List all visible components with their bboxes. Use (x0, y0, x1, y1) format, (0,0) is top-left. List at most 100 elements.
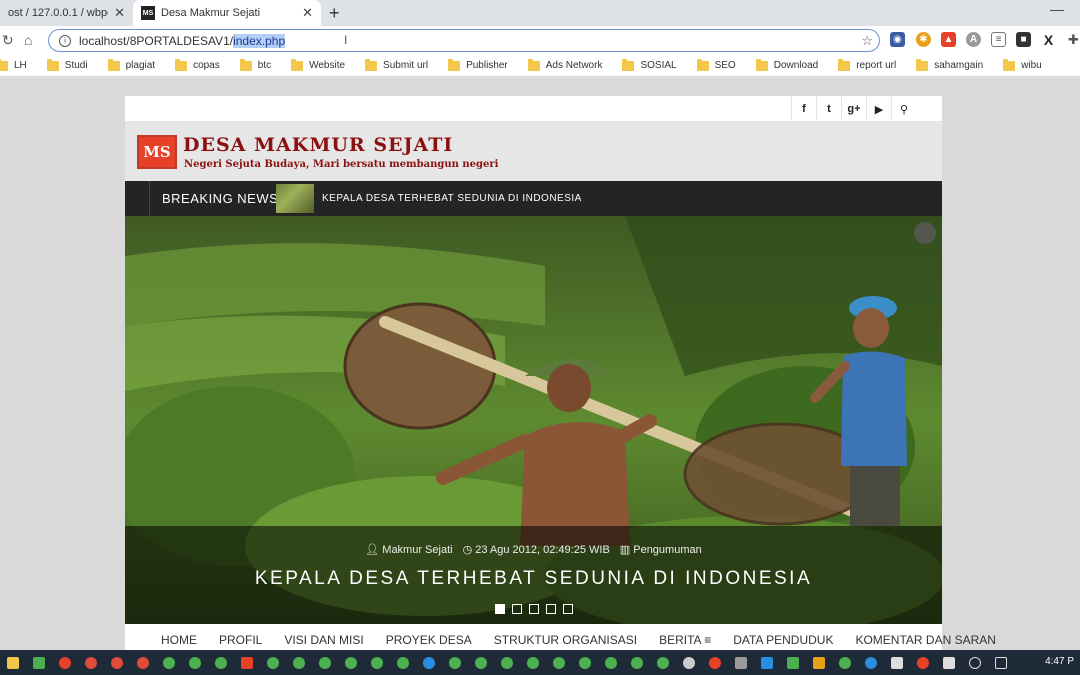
chrome-icon[interactable] (293, 656, 305, 669)
slide-dot-4[interactable] (545, 604, 556, 614)
chrome-icon[interactable] (501, 656, 513, 669)
chrome-icon[interactable] (345, 656, 357, 669)
info-icon[interactable]: i (59, 34, 71, 47)
slider-control-button[interactable] (914, 222, 936, 244)
extension-lock-icon[interactable]: ▲ (941, 32, 956, 47)
slide-category[interactable]: Pengumuman (633, 544, 702, 556)
headline-slider[interactable]: 👤︎ Makmur Sejati ◷ 23 Agu 2012, 02:49:25… (125, 216, 942, 624)
bookmark-folder[interactable]: SOSIAL (622, 58, 677, 71)
search-icon[interactable]: ⚲ (891, 96, 916, 122)
tray-icon[interactable] (813, 656, 825, 669)
slide-dot-1[interactable] (494, 604, 505, 614)
chrome-icon[interactable] (215, 656, 227, 669)
chrome-icon[interactable] (657, 656, 669, 669)
nav-proyek-desa[interactable]: PROYEK DESA (386, 633, 472, 647)
bookmark-folder[interactable]: Submit url (365, 58, 428, 71)
edge-icon[interactable] (423, 656, 435, 669)
bookmark-folder[interactable]: Download (755, 58, 818, 71)
site-title[interactable]: DESA MAKMUR SEJATI (183, 134, 453, 156)
site-logo[interactable]: MS (137, 135, 177, 169)
bookmark-folder[interactable]: plagiat (107, 58, 155, 71)
chrome-icon[interactable] (267, 656, 279, 669)
chrome-icon[interactable] (189, 656, 201, 669)
app-icon[interactable] (59, 656, 71, 669)
breaking-news-thumbnail[interactable] (276, 184, 314, 213)
new-tab-button[interactable]: + (329, 3, 340, 24)
chrome-icon[interactable] (111, 656, 123, 669)
chrome-icon[interactable] (319, 656, 331, 669)
close-icon[interactable]: ✕ (302, 5, 313, 21)
extension-gear-icon[interactable]: ✱ (916, 32, 931, 47)
tray-icon[interactable] (761, 656, 773, 669)
extension-account-icon[interactable]: ◉ (890, 32, 905, 47)
page-viewport[interactable]: f t g+ ▶ ⚲ MS DESA MAKMUR SEJATI Negeri … (0, 78, 1080, 650)
nav-komentar-saran[interactable]: KOMENTAR DAN SARAN (855, 633, 995, 647)
extension-abp-icon[interactable]: A (966, 32, 981, 47)
nav-berita[interactable]: BERITA ≡ (659, 633, 711, 647)
close-icon[interactable]: ✕ (114, 5, 125, 21)
chrome-icon[interactable] (397, 656, 409, 669)
bookmark-folder[interactable]: sahamgain (916, 58, 983, 71)
home-icon[interactable]: ⌂ (24, 32, 32, 48)
file-explorer-icon[interactable] (7, 656, 19, 669)
tray-icon[interactable] (735, 656, 747, 669)
address-bar[interactable]: i localhost/8PORTALDESAV1/index.php I ☆ (48, 29, 880, 52)
bookmark-folder[interactable]: wibu (1003, 58, 1042, 71)
slide-dot-5[interactable] (562, 604, 573, 614)
tray-icon[interactable] (891, 656, 903, 669)
nav-profil[interactable]: PROFIL (219, 633, 262, 647)
chrome-icon[interactable] (137, 656, 149, 669)
bookmark-folder[interactable]: Ads Network (527, 58, 602, 71)
slide-dot-3[interactable] (528, 604, 539, 614)
extension-wallet-icon[interactable]: ■ (1016, 32, 1031, 47)
chrome-icon[interactable] (631, 656, 643, 669)
record-icon[interactable] (683, 656, 695, 669)
extensions-puzzle-icon[interactable]: ✚ (1066, 32, 1080, 47)
youtube-icon[interactable]: ▶ (866, 96, 891, 122)
chrome-icon[interactable] (85, 656, 97, 669)
breaking-news-headline[interactable]: KEPALA DESA TERHEBAT SEDUNIA DI INDONESI… (322, 181, 582, 216)
chrome-icon[interactable] (605, 656, 617, 669)
tab-desa-makmur-sejati[interactable]: MS Desa Makmur Sejati ✕ (133, 0, 321, 26)
chrome-icon[interactable] (553, 656, 565, 669)
nav-data-penduduk[interactable]: DATA PENDUDUK (733, 633, 833, 647)
bookmark-folder[interactable]: copas (175, 58, 220, 71)
app-icon[interactable] (33, 656, 45, 669)
slide-title[interactable]: KEPALA DESA TERHEBAT SEDUNIA DI INDONESI… (125, 568, 942, 590)
extension-page-icon[interactable]: ≡ (991, 32, 1006, 47)
record-icon[interactable] (709, 656, 721, 669)
twitter-icon[interactable]: t (816, 96, 841, 122)
battery-icon[interactable] (943, 656, 955, 669)
bookmark-folder[interactable]: Studi (46, 58, 88, 71)
chrome-icon[interactable] (371, 656, 383, 669)
bookmark-folder[interactable]: report url (838, 58, 896, 71)
nav-visi-misi[interactable]: VISI DAN MISI (284, 633, 363, 647)
extension-x-icon[interactable]: X (1041, 32, 1056, 48)
chrome-icon[interactable] (163, 656, 175, 669)
nav-struktur-organisasi[interactable]: STRUKTUR ORGANISASI (494, 633, 637, 647)
chrome-icon[interactable] (579, 656, 591, 669)
taskbar-clock[interactable]: 4:47 P (1045, 656, 1074, 667)
google-plus-icon[interactable]: g+ (841, 96, 866, 122)
bookmark-folder[interactable]: btc (239, 58, 271, 71)
network-icon[interactable] (969, 656, 981, 669)
reload-icon[interactable]: ↻ (2, 32, 14, 49)
chrome-icon[interactable] (449, 656, 461, 669)
chrome-icon[interactable] (475, 656, 487, 669)
minimize-icon[interactable]: — (1050, 1, 1064, 17)
bookmark-folder[interactable]: Publisher (448, 58, 508, 71)
bookmark-folder[interactable]: LH (0, 58, 27, 71)
chrome-icon[interactable] (527, 656, 539, 669)
bookmark-folder[interactable]: Website (291, 58, 345, 71)
tray-icon[interactable] (839, 656, 851, 669)
slide-dot-2[interactable] (511, 604, 522, 614)
tray-icon[interactable] (917, 656, 929, 669)
tray-icon[interactable] (787, 656, 799, 669)
tray-icon[interactable] (865, 656, 877, 669)
bookmark-star-icon[interactable]: ☆ (861, 33, 873, 49)
nav-home[interactable]: HOME (161, 633, 197, 647)
tab-phpmyadmin[interactable]: ost / 127.0.0.1 / wbportaldesa ✕ (0, 0, 133, 26)
volume-icon[interactable] (995, 656, 1007, 669)
bookmark-folder[interactable]: SEO (696, 58, 736, 71)
brave-icon[interactable] (241, 656, 253, 669)
